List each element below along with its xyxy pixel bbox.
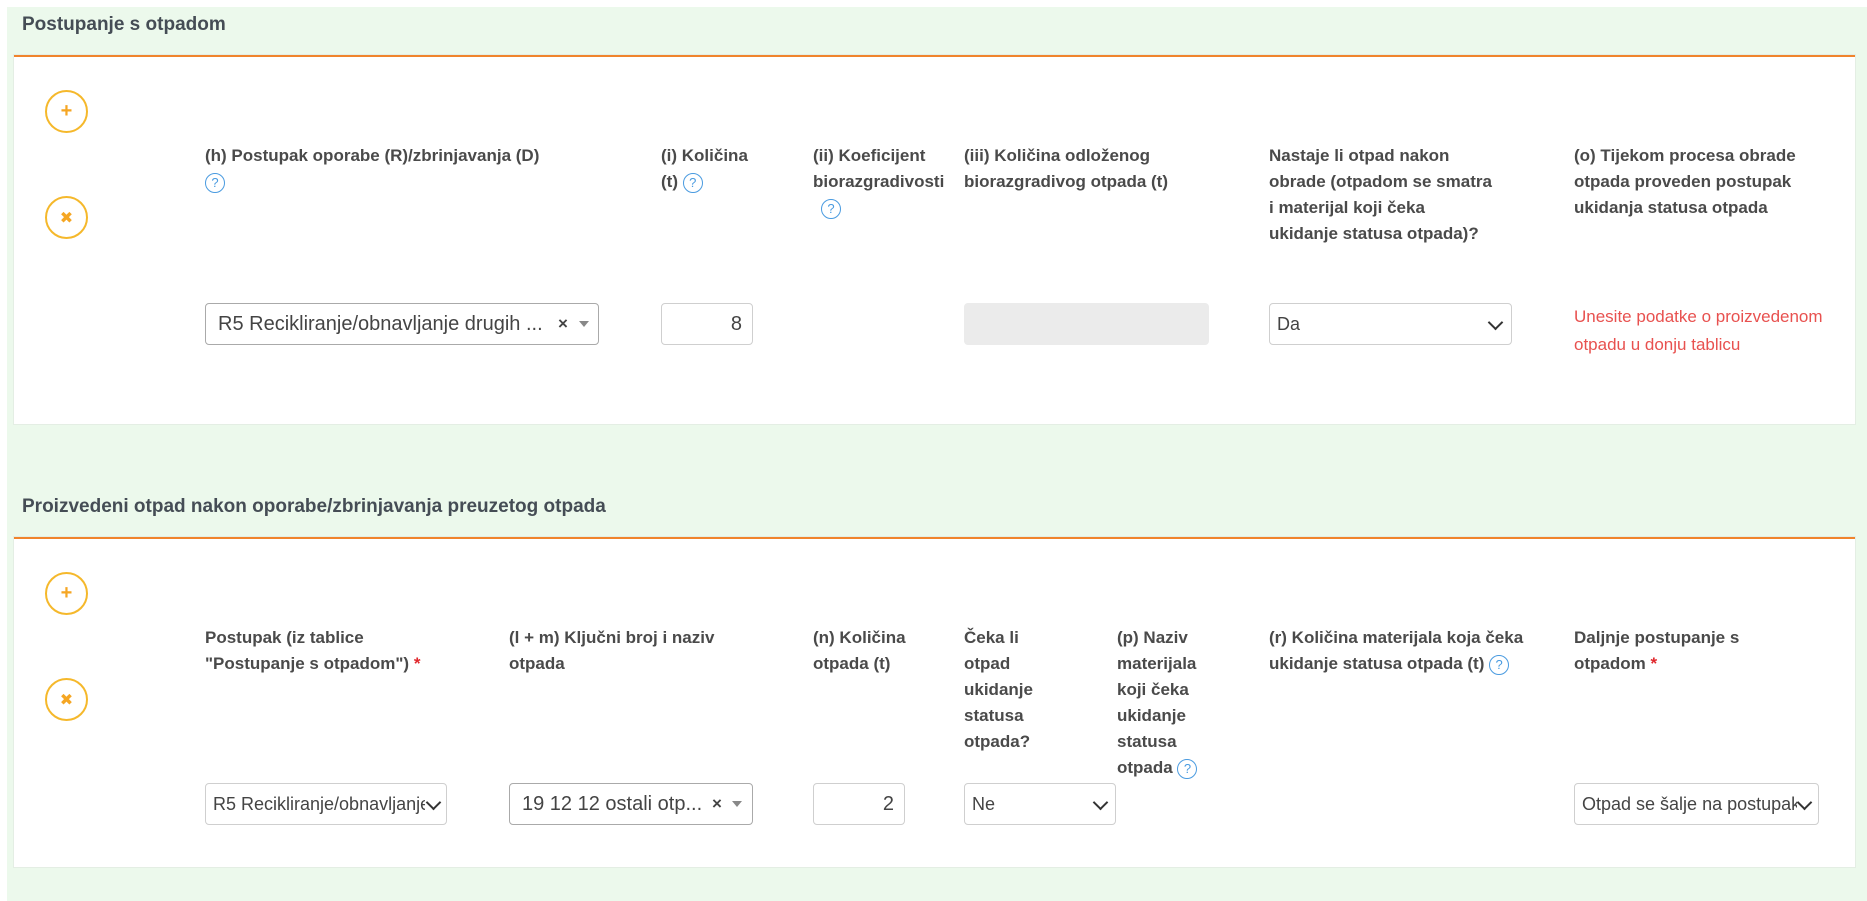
clear-selection-icon[interactable]: × xyxy=(712,794,722,814)
nastaje-otpad-select[interactable]: Da xyxy=(1269,303,1512,345)
header-kolicina: (i) Količina (t) ? xyxy=(661,146,748,193)
help-icon[interactable]: ? xyxy=(205,172,225,193)
caret-down-icon xyxy=(732,801,742,807)
help-icon[interactable]: ? xyxy=(1489,654,1510,675)
header-nastaje-otpad: Nastaje li otpad nakon obrade (otpadom s… xyxy=(1269,146,1492,243)
header-naziv-materijala: (p) Naziv materijala koji čeka ukidanje … xyxy=(1117,628,1198,779)
ceka-ukidanje-value: Ne xyxy=(972,793,996,814)
chevron-down-icon xyxy=(1796,794,1813,811)
header-kolicina-materijala: (r) Količina materijala koja čeka ukidan… xyxy=(1269,628,1524,675)
postupak-iz-tablice-select[interactable]: R5 Recikliranje/obnavljanje drugih xyxy=(205,783,447,825)
plus-icon: + xyxy=(60,100,73,122)
clear-selection-icon[interactable]: × xyxy=(558,314,568,334)
add-row-button[interactable]: + xyxy=(45,572,88,615)
plus-icon: + xyxy=(60,582,73,604)
kolicina-otpada-input[interactable]: 2 xyxy=(813,783,905,825)
header-postupak-oporabe: (h) Postupak oporabe (R)/zbrinjavanja (D… xyxy=(205,143,595,195)
daljnje-postupanje-select[interactable]: Otpad se šalje na postupak xyxy=(1574,783,1819,825)
header-kolicina-otpada: (n) Količina otpada (t) xyxy=(813,628,906,673)
required-asterisk: * xyxy=(413,654,421,673)
close-icon: ✖ xyxy=(59,209,74,227)
ceka-ukidanje-select[interactable]: Ne xyxy=(964,783,1116,825)
kljucni-broj-value: 19 12 12 ostali otp... xyxy=(522,792,702,815)
kolicina-input[interactable]: 8 xyxy=(661,303,753,345)
postupak-iz-tablice-value: R5 Recikliranje/obnavljanje drugih xyxy=(213,793,425,814)
header-koeficijent: (ii) Koeficijent biorazgradivosti ? xyxy=(813,143,968,221)
header-kolicina-odlozenog: (iii) Količina odloženog biorazgradivog … xyxy=(964,146,1168,191)
header-postupak: Postupak (iz tablice "Postupanje s otpad… xyxy=(205,628,421,673)
header-ukidanje-statusa: (o) Tijekom procesa obrade otpada proved… xyxy=(1574,146,1796,217)
chevron-down-icon xyxy=(425,794,442,811)
required-asterisk: * xyxy=(1650,654,1658,673)
header-kljucni-broj: (l + m) Ključni broj i naziv otpada xyxy=(509,628,715,673)
caret-down-icon xyxy=(579,321,589,327)
postupanje-panel: + ✖ (h) Postupak oporabe (R)/zbrinjavanj… xyxy=(14,55,1855,424)
postupak-select[interactable]: R5 Recikliranje/obnavljanje drugih ... × xyxy=(205,303,599,345)
postupak-select-value: R5 Recikliranje/obnavljanje drugih ... xyxy=(218,312,543,335)
daljnje-postupanje-value: Otpad se šalje na postupak xyxy=(1582,793,1797,814)
remove-row-button[interactable]: ✖ xyxy=(45,196,88,239)
header-daljnje-postupanje: Daljnje postupanje s otpadom * xyxy=(1574,628,1740,673)
kljucni-broj-select[interactable]: 19 12 12 ostali otp... × xyxy=(509,783,753,825)
add-row-button[interactable]: + xyxy=(45,90,88,133)
chevron-down-icon xyxy=(1092,794,1109,811)
help-icon[interactable]: ? xyxy=(682,172,703,193)
section-title-proizvedeni-otpad: Proizvedeni otpad nakon oporabe/zbrinjav… xyxy=(22,496,606,517)
warning-message: Unesite podatke o proizvedenom otpadu u … xyxy=(1574,307,1823,354)
kolicina-odlozenog-input xyxy=(964,303,1209,345)
nastaje-otpad-value: Da xyxy=(1277,313,1301,334)
chevron-down-icon xyxy=(1487,314,1504,331)
remove-row-button[interactable]: ✖ xyxy=(45,678,88,721)
header-ceka-ukidanje: Čeka li otpad ukidanje statusa otpada? xyxy=(964,628,1033,751)
proizvedeni-otpad-panel: + ✖ Postupak (iz tablice "Postupanje s o… xyxy=(14,537,1855,867)
section-title-postupanje: Postupanje s otpadom xyxy=(22,14,226,35)
help-icon[interactable]: ? xyxy=(821,198,841,219)
help-icon[interactable]: ? xyxy=(1177,758,1198,779)
close-icon: ✖ xyxy=(59,691,74,709)
